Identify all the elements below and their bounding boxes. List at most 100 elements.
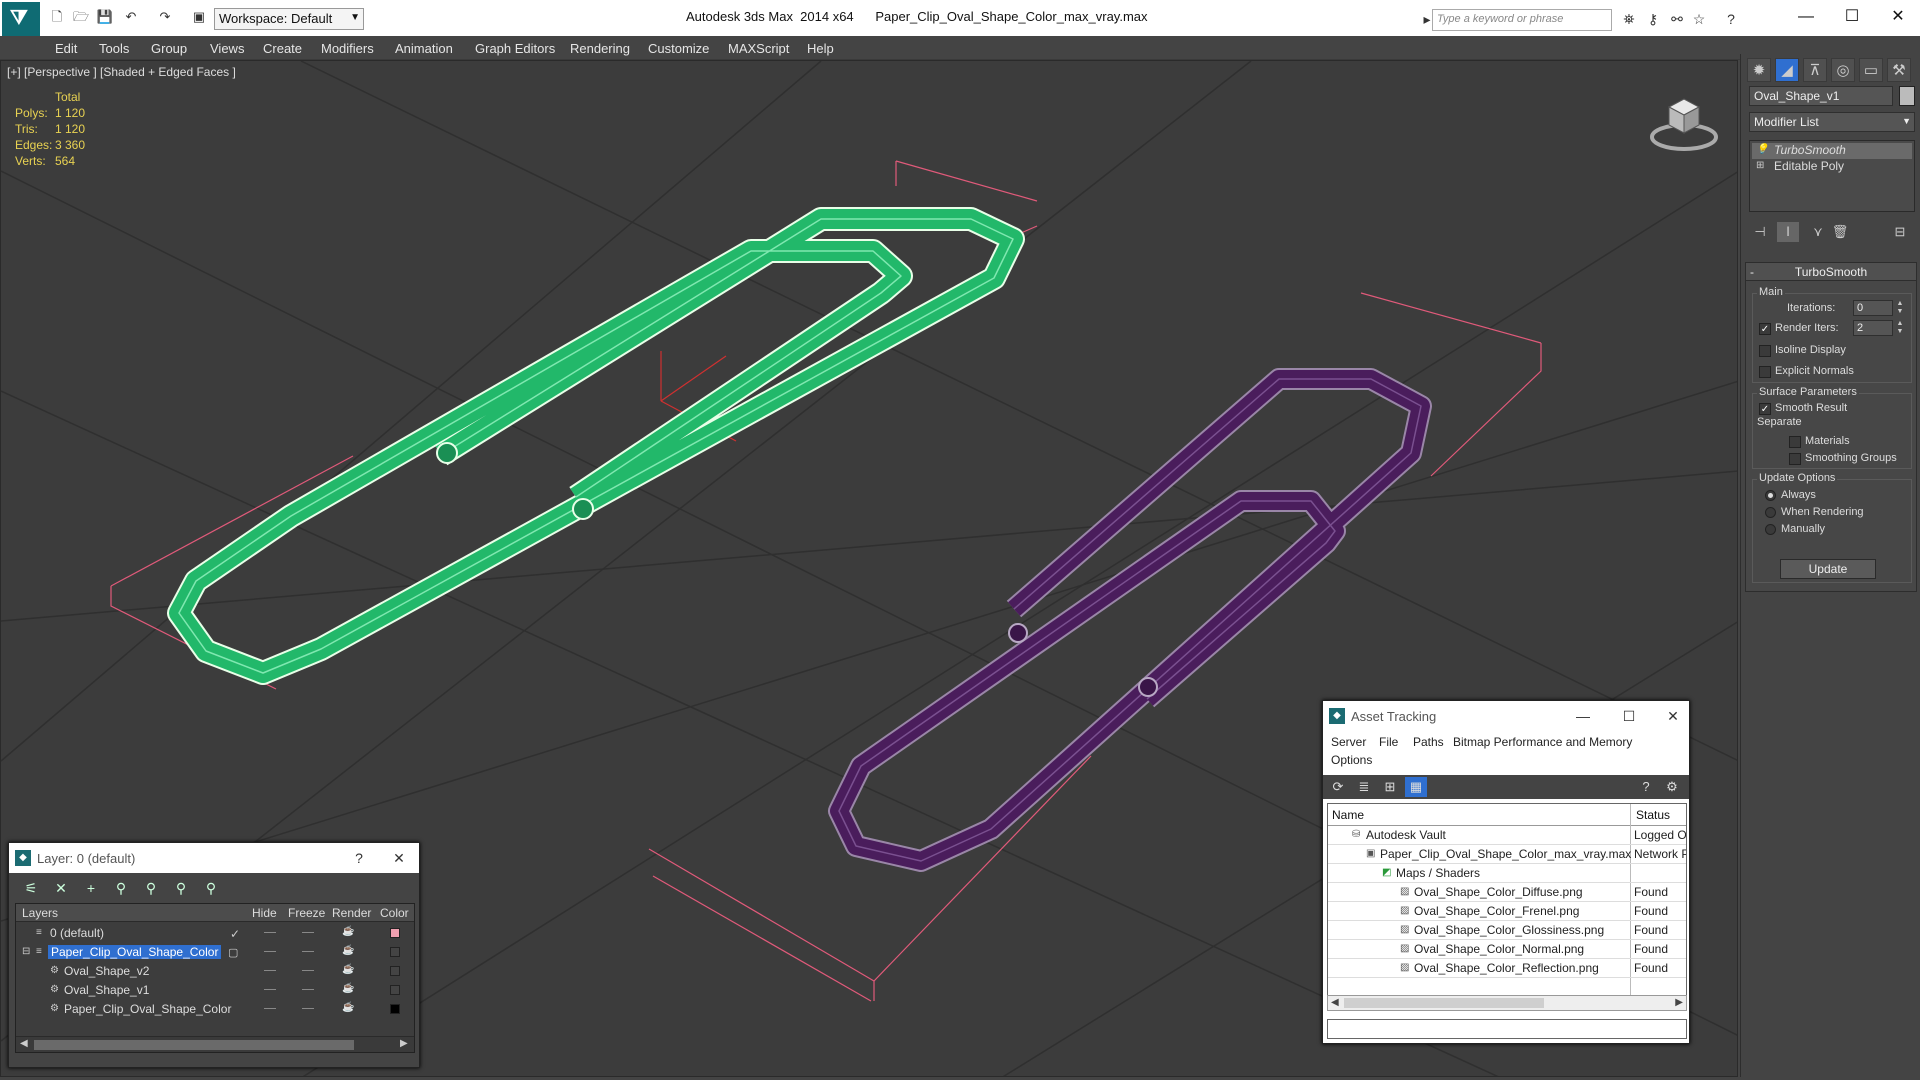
help-button[interactable]: ?	[349, 848, 369, 868]
asset-row[interactable]: ▣ Paper_Clip_Oval_Shape_Color_max_vray.ma…	[1328, 845, 1686, 864]
menu-tools[interactable]: Tools	[99, 41, 129, 56]
scroll-thumb[interactable]	[1344, 998, 1544, 1008]
create-tab-icon[interactable]: ✹	[1747, 58, 1771, 82]
freeze-toggle[interactable]	[302, 989, 314, 990]
render-iters-spinner[interactable]: 2	[1853, 320, 1893, 336]
project-folder-icon[interactable]: ▣	[190, 8, 208, 26]
tree-view-icon[interactable]: ⊞	[1379, 777, 1401, 797]
active-layer-check-icon[interactable]: ✓	[230, 927, 240, 941]
close-icon[interactable]: ✕	[389, 848, 409, 868]
remove-modifier-icon[interactable]: 🗑	[1829, 222, 1851, 242]
scroll-right-icon[interactable]: ▶	[1675, 997, 1683, 1008]
lightbulb-icon[interactable]: 💡	[1756, 144, 1768, 155]
teapot-render-icon[interactable]: ☕	[342, 964, 354, 975]
explicit-normals-checkbox[interactable]	[1759, 366, 1771, 378]
always-radio[interactable]	[1765, 490, 1776, 501]
freeze-toggle[interactable]	[302, 970, 314, 971]
layer-color-swatch[interactable]	[390, 928, 400, 938]
teapot-render-icon[interactable]: ☕	[342, 1002, 354, 1013]
materials-checkbox[interactable]	[1789, 436, 1801, 448]
scroll-left-icon[interactable]: ◀	[1331, 997, 1339, 1008]
layer-horizontal-scrollbar[interactable]: ◀ ▶	[16, 1036, 414, 1052]
asset-horizontal-scrollbar[interactable]: ◀ ▶	[1327, 995, 1687, 1011]
exchange-icon[interactable]: ⚯	[1668, 10, 1686, 28]
collapse-minus-icon[interactable]: ⊟	[22, 946, 30, 957]
list-view-icon[interactable]: ≣	[1353, 777, 1375, 797]
create-layer-icon[interactable]: ⚟	[19, 877, 43, 899]
spinner-arrows-icon[interactable]: ▲ ▼	[1895, 320, 1905, 336]
col-freeze[interactable]: Freeze	[288, 906, 325, 920]
menu-animation[interactable]: Animation	[395, 41, 453, 56]
menu-graph-editors[interactable]: Graph Editors	[475, 41, 555, 56]
configure-sets-icon[interactable]: ⊟	[1889, 222, 1911, 242]
stack-item-turbosmooth[interactable]: 💡 TurboSmooth	[1752, 143, 1912, 159]
close-icon[interactable]: ✕	[1663, 706, 1683, 726]
scroll-right-icon[interactable]: ▶	[400, 1038, 408, 1049]
col-color[interactable]: Color	[380, 906, 409, 920]
update-button[interactable]: Update	[1780, 559, 1876, 579]
menu-views[interactable]: Views	[210, 41, 244, 56]
view-cube[interactable]	[1649, 89, 1719, 159]
asset-path-field[interactable]	[1327, 1019, 1687, 1039]
hierarchy-tab-icon[interactable]: ⊼	[1803, 58, 1827, 82]
teapot-render-icon[interactable]: ☕	[342, 983, 354, 994]
close-button[interactable]: ✕	[1878, 4, 1918, 30]
menu-modifiers[interactable]: Modifiers	[321, 41, 374, 56]
workspace-dropdown[interactable]: Workspace: Default ▼	[214, 8, 364, 30]
viewport-label[interactable]: [+] [Perspective ] [Shaded + Edged Faces…	[7, 65, 236, 79]
layer-panel-titlebar[interactable]: ◆ Layer: 0 (default) ? ✕	[9, 843, 419, 873]
layer-color-swatch[interactable]	[390, 1004, 400, 1014]
delete-layer-icon[interactable]: ✕	[49, 877, 73, 899]
refresh-icon[interactable]: ⟳	[1327, 777, 1349, 797]
col-render[interactable]: Render	[332, 906, 371, 920]
make-unique-icon[interactable]: ⋎	[1807, 222, 1829, 242]
asset-row[interactable]: ◩ Maps / Shaders	[1328, 864, 1686, 883]
menu-maxscript[interactable]: MAXScript	[728, 41, 789, 56]
menu-help[interactable]: Help	[807, 41, 834, 56]
isoline-display-checkbox[interactable]	[1759, 345, 1771, 357]
render-iters-checkbox[interactable]: ✓	[1759, 323, 1771, 335]
col-status[interactable]: Status	[1636, 808, 1670, 822]
undo-icon[interactable]: ↶	[122, 8, 140, 26]
teapot-render-icon[interactable]: ☕	[342, 926, 354, 937]
save-icon[interactable]: 💾	[96, 8, 114, 26]
asset-row[interactable]: ▨ Oval_Shape_Color_Frenel.png Found	[1328, 902, 1686, 921]
asset-menu-file[interactable]: File	[1379, 735, 1398, 749]
layer-row[interactable]: ≡ 0 (default) ✓ ☕	[16, 924, 414, 943]
key-icon[interactable]: ⚷	[1644, 10, 1662, 28]
add-to-layer-icon[interactable]: +	[79, 877, 103, 899]
menu-edit[interactable]: Edit	[55, 41, 77, 56]
when-rendering-radio[interactable]	[1765, 507, 1776, 518]
settings-icon[interactable]: ⚙	[1661, 777, 1683, 797]
layer-row[interactable]: ⊟ ≡ Paper_Clip_Oval_Shape_Color ▢ ☕	[16, 943, 414, 962]
manually-radio[interactable]	[1765, 524, 1776, 535]
show-end-result-icon[interactable]: Ⅰ	[1777, 222, 1799, 242]
layer-color-swatch[interactable]	[390, 947, 400, 957]
modify-tab-icon[interactable]: ◢	[1775, 58, 1799, 82]
freeze-toggle[interactable]	[302, 932, 314, 933]
pin-stack-icon[interactable]: ⊣	[1749, 222, 1771, 242]
favorites-star-icon[interactable]: ☆	[1690, 10, 1708, 28]
spinner-arrows-icon[interactable]: ▲ ▼	[1895, 300, 1905, 316]
col-hide[interactable]: Hide	[252, 906, 277, 920]
hide-toggle[interactable]	[264, 1008, 276, 1009]
asset-menu-bitmap-performance[interactable]: Bitmap Performance and Memory	[1453, 735, 1632, 749]
layer-row[interactable]: ⚙ Oval_Shape_v1 ☕	[16, 981, 414, 1000]
col-layers[interactable]: Layers	[22, 906, 58, 920]
menu-group[interactable]: Group	[151, 41, 187, 56]
freeze-all-icon[interactable]: ⚲	[199, 877, 223, 899]
asset-row[interactable]: ⛁ Autodesk Vault Logged Ou	[1328, 826, 1686, 845]
freeze-toggle[interactable]	[302, 951, 314, 952]
freeze-toggle[interactable]	[302, 1008, 314, 1009]
asset-row[interactable]: ▨ Oval_Shape_Color_Diffuse.png Found	[1328, 883, 1686, 902]
menu-create[interactable]: Create	[263, 41, 302, 56]
layer-row[interactable]: ⚙ Paper_Clip_Oval_Shape_Color ☕	[16, 1000, 414, 1019]
set-active-layer-icon[interactable]: ▢	[228, 946, 238, 959]
layer-color-swatch[interactable]	[390, 966, 400, 976]
minimize-icon[interactable]: —	[1573, 706, 1593, 726]
object-name-field[interactable]: Oval_Shape_v1	[1749, 86, 1893, 106]
hide-toggle[interactable]	[264, 932, 276, 933]
smooth-result-checkbox[interactable]: ✓	[1759, 403, 1771, 415]
display-tab-icon[interactable]: ▭	[1859, 58, 1883, 82]
expand-plus-icon[interactable]: ⊞	[1756, 160, 1764, 171]
